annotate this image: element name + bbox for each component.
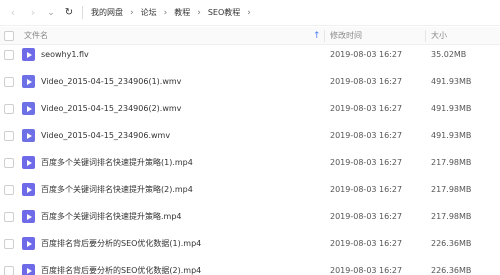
dropdown-button[interactable]: ⌄ (44, 6, 58, 20)
file-size: 491.93MB (431, 104, 472, 113)
video-file-icon (22, 129, 35, 142)
toolbar-divider (82, 6, 83, 19)
file-row[interactable]: 百度多个关键词排名快速提升策略(2).mp4 2019-08-03 16:27 … (0, 176, 500, 203)
row-checkbox[interactable] (4, 184, 14, 195)
select-all-checkbox[interactable] (4, 30, 14, 41)
file-name[interactable]: Video_2015-04-15_234906.wmv (41, 131, 170, 140)
row-checkbox[interactable] (4, 157, 14, 168)
file-size: 491.93MB (431, 77, 472, 86)
file-name[interactable]: 百度多个关键词排名快速提升策略(1).mp4 (41, 157, 193, 168)
sort-ascending-icon[interactable]: ↑ (313, 31, 321, 41)
file-name[interactable]: Video_2015-04-15_234906(1).wmv (41, 77, 181, 86)
row-checkbox[interactable] (4, 49, 14, 60)
breadcrumb-separator-icon: › (130, 7, 134, 18)
breadcrumb-separator-icon: › (163, 7, 168, 18)
column-header-size[interactable]: 大小 (431, 30, 447, 41)
file-name[interactable]: Video_2015-04-15_234906(2).wmv (41, 104, 181, 113)
row-checkbox[interactable] (4, 76, 14, 87)
file-modified-time: 2019-08-03 16:27 (330, 239, 403, 248)
row-checkbox[interactable] (4, 265, 14, 275)
breadcrumb-separator-icon: › (197, 7, 201, 18)
video-file-icon (22, 156, 35, 169)
navigation-toolbar: ‹ › ⌄ ↻ 我的网盘 › 论坛 › 教程 › SEO教程 › (0, 0, 500, 26)
file-modified-time: 2019-08-03 16:27 (330, 50, 403, 59)
column-header-name[interactable]: 文件名 (24, 30, 48, 41)
column-divider[interactable] (425, 29, 426, 42)
file-size: 226.36MB (431, 239, 472, 248)
file-name[interactable]: 百度多个关键词排名快速提升策略(2).mp4 (41, 184, 193, 195)
row-checkbox[interactable] (4, 103, 14, 114)
file-row[interactable]: seowhy1.flv 2019-08-03 16:27 35.02MB (0, 41, 500, 68)
file-row[interactable]: Video_2015-04-15_234906(2).wmv 2019-08-0… (0, 95, 500, 122)
column-divider[interactable] (324, 29, 325, 42)
file-name[interactable]: 百度排名背后要分析的SEO优化数据(1).mp4 (41, 238, 201, 249)
breadcrumb-item-seo[interactable]: SEO教程 (208, 7, 240, 18)
video-file-icon (22, 237, 35, 250)
video-file-icon (22, 183, 35, 196)
file-modified-time: 2019-08-03 16:27 (330, 77, 403, 86)
row-checkbox[interactable] (4, 211, 14, 222)
video-file-icon (22, 75, 35, 88)
file-row[interactable]: Video_2015-04-15_234906.wmv 2019-08-03 1… (0, 122, 500, 149)
video-file-icon (22, 48, 35, 61)
back-button[interactable]: ‹ (6, 6, 20, 20)
video-file-icon (22, 210, 35, 223)
file-size: 217.98MB (431, 185, 472, 194)
file-row[interactable]: 百度多个关键词排名快速提升策略(1).mp4 2019-08-03 16:27 … (0, 149, 500, 176)
file-modified-time: 2019-08-03 16:27 (330, 158, 403, 167)
file-modified-time: 2019-08-03 16:27 (330, 104, 403, 113)
file-modified-time: 2019-08-03 16:27 (330, 212, 403, 221)
file-name[interactable]: 百度多个关键词排名快速提升策略.mp4 (41, 211, 182, 222)
breadcrumb-separator-icon: › (247, 7, 251, 18)
breadcrumb-item-forum[interactable]: 论坛 (141, 7, 157, 18)
file-size: 217.98MB (431, 212, 472, 221)
video-file-icon (22, 102, 35, 115)
file-name[interactable]: 百度排名背后要分析的SEO优化数据(2).mp4 (41, 265, 201, 275)
file-row[interactable]: Video_2015-04-15_234906(1).wmv 2019-08-0… (0, 68, 500, 95)
file-name[interactable]: seowhy1.flv (41, 50, 89, 59)
file-size: 491.93MB (431, 131, 472, 140)
breadcrumb: 我的网盘 › 论坛 › 教程 › SEO教程 › (91, 7, 258, 18)
file-row[interactable]: 百度排名背后要分析的SEO优化数据(1).mp4 2019-08-03 16:2… (0, 230, 500, 257)
refresh-button[interactable]: ↻ (62, 6, 76, 20)
file-size: 226.36MB (431, 266, 472, 275)
file-size: 35.02MB (431, 50, 467, 59)
column-header-time[interactable]: 修改时间 (330, 30, 362, 41)
breadcrumb-item-root[interactable]: 我的网盘 (91, 7, 123, 18)
file-row[interactable]: 百度排名背后要分析的SEO优化数据(2).mp4 2019-08-03 16:2… (0, 257, 500, 275)
forward-button[interactable]: › (26, 6, 40, 20)
file-size: 217.98MB (431, 158, 472, 167)
row-checkbox[interactable] (4, 238, 14, 249)
breadcrumb-item-tutorial[interactable]: 教程 (174, 7, 190, 18)
video-file-icon (22, 264, 35, 275)
file-row[interactable]: 百度多个关键词排名快速提升策略.mp4 2019-08-03 16:27 217… (0, 203, 500, 230)
file-modified-time: 2019-08-03 16:27 (330, 185, 403, 194)
file-modified-time: 2019-08-03 16:27 (330, 131, 403, 140)
row-checkbox[interactable] (4, 130, 14, 141)
file-modified-time: 2019-08-03 16:27 (330, 266, 403, 275)
